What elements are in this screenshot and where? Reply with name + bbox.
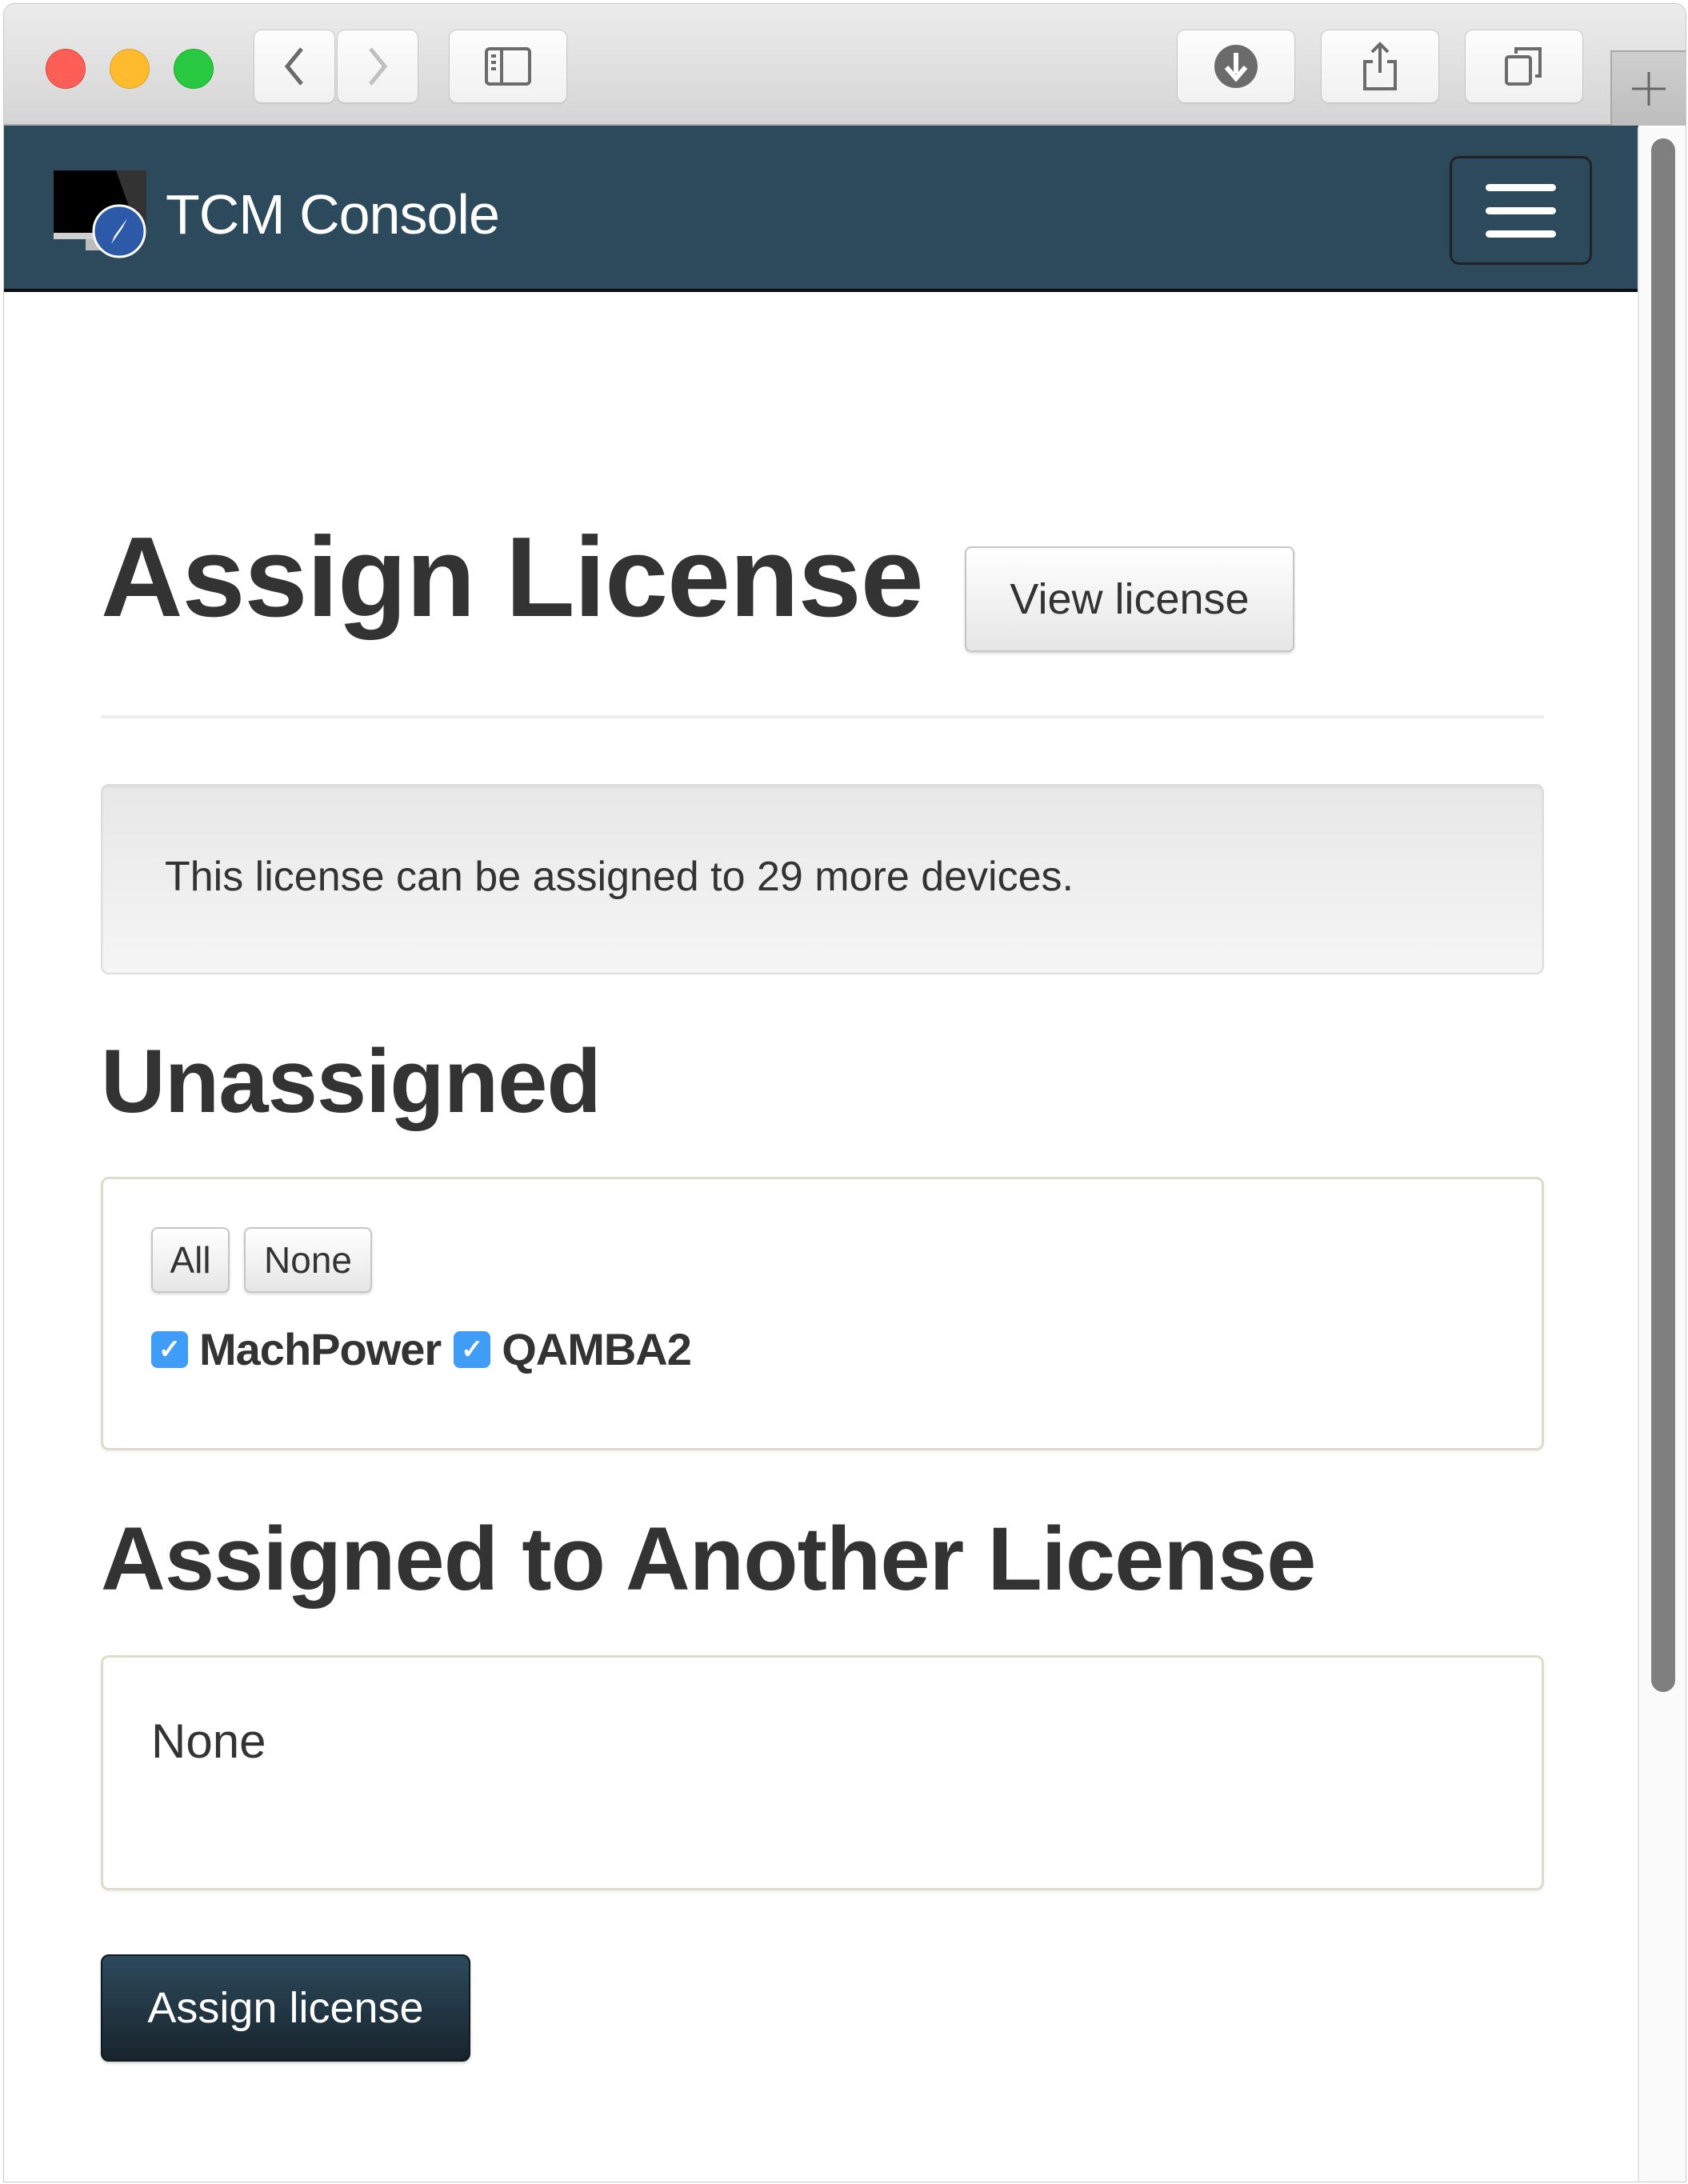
scrollbar-thumb[interactable] [1651, 138, 1675, 1692]
minimize-window-button[interactable] [110, 49, 150, 89]
device-checkbox-machpower[interactable]: ✓ [151, 1330, 188, 1368]
device-label[interactable]: MachPower [199, 1323, 442, 1375]
share-icon [1363, 42, 1397, 90]
back-icon [284, 47, 303, 86]
assigned-elsewhere-panel: None [101, 1655, 1544, 1890]
license-capacity-notice: This license can be assigned to 29 more … [101, 784, 1544, 974]
hamburger-menu-icon [1486, 183, 1556, 191]
select-none-button[interactable]: None [244, 1227, 372, 1293]
sidebar-icon [485, 47, 531, 86]
assign-license-button[interactable]: Assign license [101, 1954, 470, 2062]
zoom-window-button[interactable] [174, 49, 214, 89]
new-tab-icon [1632, 72, 1666, 106]
assigned-elsewhere-heading: Assigned to Another License [101, 1509, 1316, 1609]
brand-name: TCM Console [166, 183, 500, 246]
view-license-button[interactable]: View license [965, 546, 1294, 652]
forward-button[interactable] [337, 30, 418, 103]
show-tabs-button[interactable] [1465, 30, 1583, 103]
page-scrollbar[interactable] [1638, 127, 1686, 2182]
device-checkbox-list: ✓ MachPower ✓ QAMBA2 [151, 1323, 704, 1375]
unassigned-panel: All None ✓ MachPower ✓ QAMBA2 [101, 1177, 1544, 1450]
back-button[interactable] [254, 30, 335, 103]
browser-toolbar [4, 4, 1686, 126]
empty-state-text: None [151, 1714, 266, 1768]
share-button[interactable] [1321, 30, 1439, 103]
menu-toggle-button[interactable] [1450, 156, 1592, 265]
device-checkbox-qamba2[interactable]: ✓ [454, 1330, 491, 1368]
select-all-button[interactable]: All [151, 1227, 230, 1293]
header-divider [101, 715, 1544, 718]
new-tab-button[interactable] [1610, 50, 1686, 126]
navbar: TCM Console [4, 126, 1638, 292]
brand-link[interactable]: TCM Console [52, 170, 500, 258]
download-icon [1214, 45, 1258, 88]
close-window-button[interactable] [46, 49, 86, 89]
forward-icon [369, 47, 388, 86]
tcm-logo-icon [54, 170, 146, 258]
browser-window: TCM Console Assign License View license … [3, 3, 1686, 2182]
downloads-button[interactable] [1177, 30, 1295, 103]
page-title: Assign License [101, 514, 924, 641]
unassigned-heading: Unassigned [101, 1031, 602, 1131]
tabs-icon [1505, 47, 1542, 86]
sidebar-button[interactable] [449, 30, 567, 103]
device-label[interactable]: QAMBA2 [502, 1323, 692, 1375]
notice-text: This license can be assigned to 29 more … [165, 854, 1074, 900]
